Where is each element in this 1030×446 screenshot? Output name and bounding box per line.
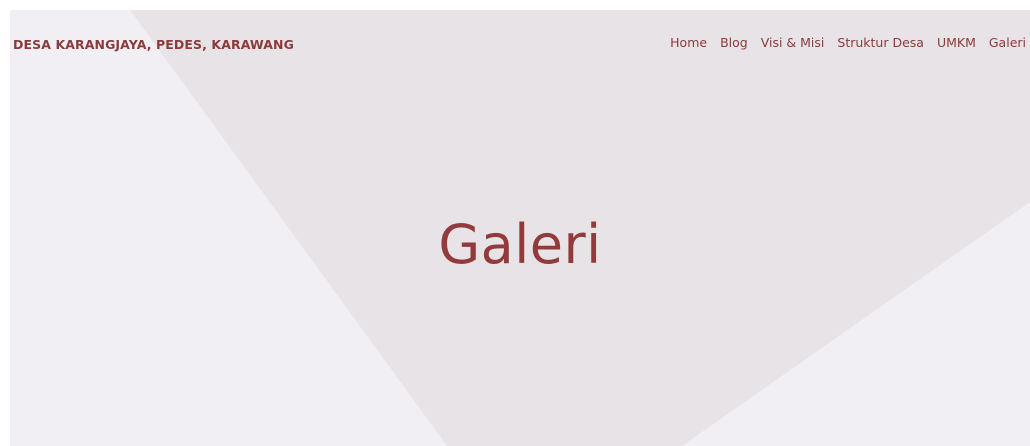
page-title: Galeri xyxy=(438,213,602,276)
main-nav: Home Blog Visi & Misi Struktur Desa UMKM… xyxy=(670,35,1026,50)
hero-section: DESA KARANGJAYA, PEDES, KARAWANG Home Bl… xyxy=(10,10,1030,446)
nav-item-blog[interactable]: Blog xyxy=(720,35,748,50)
nav-item-home[interactable]: Home xyxy=(670,35,707,50)
nav-item-visi-misi[interactable]: Visi & Misi xyxy=(761,35,825,50)
page: DESA KARANGJAYA, PEDES, KARAWANG Home Bl… xyxy=(0,0,1030,446)
nav-item-galeri[interactable]: Galeri xyxy=(989,35,1026,50)
site-brand[interactable]: DESA KARANGJAYA, PEDES, KARAWANG xyxy=(13,37,294,52)
nav-item-umkm[interactable]: UMKM xyxy=(937,35,976,50)
nav-item-struktur-desa[interactable]: Struktur Desa xyxy=(837,35,924,50)
